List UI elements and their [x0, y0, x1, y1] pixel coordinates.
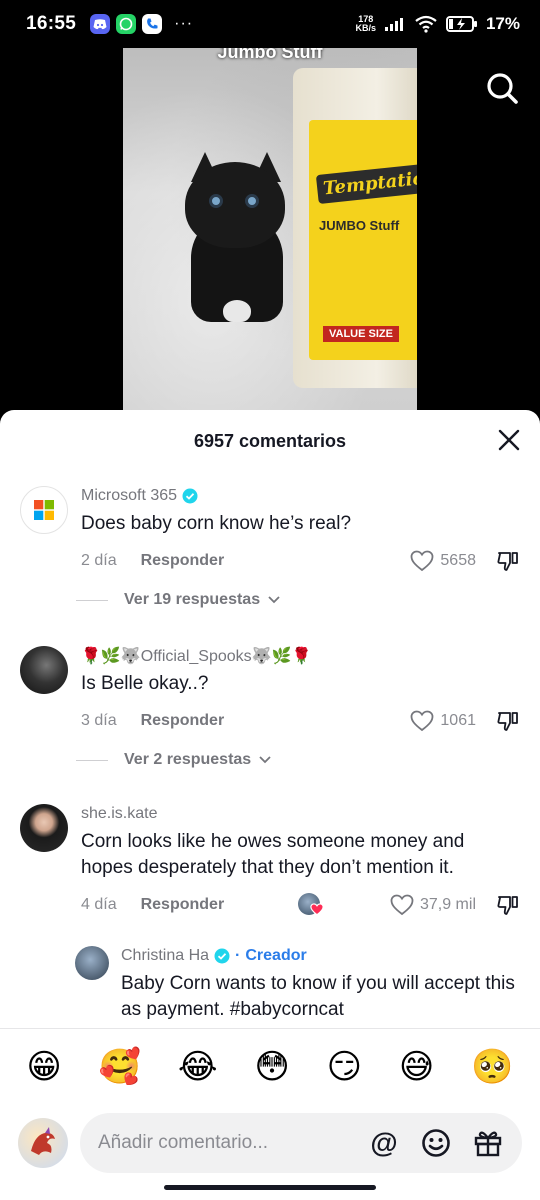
close-icon[interactable] — [498, 429, 520, 451]
emoji-hearts-button[interactable]: 🥰 — [99, 1047, 141, 1087]
comment-author[interactable]: 🌹🌿🐺Official_Spooks🐺🌿🌹 — [81, 646, 311, 666]
emoji-grin-button[interactable]: 😁 — [26, 1047, 61, 1087]
emoji-flushed-button[interactable]: 😳 — [254, 1047, 289, 1087]
kitten-image — [185, 152, 285, 322]
status-bar: 16:55 ··· 178 KB/s 17% — [0, 0, 540, 48]
quick-emoji-bar: 😁 🥰 😂 😳 😏 😅 🥺 — [0, 1029, 540, 1087]
view-replies-label: Ver 2 respuestas — [124, 751, 252, 768]
comment-item: she.is.kate Corn looks like he owes some… — [20, 804, 520, 917]
video-caption: Jumbo Stuff — [217, 48, 323, 62]
video-player[interactable]: Jumbo Stuff Temptations JUMBO Stuff VALU… — [123, 48, 417, 410]
microsoft-logo-icon — [34, 500, 54, 520]
emoji-joy-button[interactable]: 😂 — [178, 1047, 218, 1087]
reply-text: Baby Corn wants to know if you will acce… — [121, 973, 515, 1020]
creator-tag: Creador — [245, 947, 307, 964]
emoji-sweat-smile-button[interactable]: 😅 — [399, 1047, 434, 1087]
like-count: 1061 — [440, 712, 476, 729]
heart-filled-icon — [310, 903, 324, 916]
jar-value-text: VALUE SIZE — [323, 326, 399, 342]
creator-separator: · — [235, 947, 241, 964]
heart-icon — [411, 710, 434, 732]
creator-liked-avatar — [298, 893, 326, 917]
treat-jar-image: Temptations JUMBO Stuff VALUE SIZE — [293, 68, 417, 388]
like-count: 5658 — [440, 552, 476, 569]
comment-item: 🌹🌿🐺Official_Spooks🐺🌿🌹 Is Belle okay..? 3… — [20, 646, 520, 769]
view-replies-label: Ver 19 respuestas — [124, 591, 261, 608]
gift-icon[interactable] — [472, 1127, 504, 1159]
more-notifications-icon: ··· — [174, 15, 194, 32]
heart-icon — [390, 894, 414, 916]
avatar[interactable] — [75, 946, 109, 980]
avatar[interactable] — [20, 804, 68, 852]
phone-icon — [142, 14, 163, 34]
reply-button[interactable]: Responder — [141, 712, 225, 730]
reply-author[interactable]: Christina Ha — [121, 947, 209, 965]
dislike-icon[interactable] — [496, 549, 520, 573]
dislike-icon[interactable] — [496, 893, 520, 917]
wifi-icon — [415, 15, 437, 33]
comments-header: 6957 comentarios — [0, 410, 540, 472]
like-button[interactable]: 1061 — [410, 710, 476, 732]
heart-icon — [411, 550, 434, 572]
like-button[interactable]: 5658 — [410, 550, 476, 572]
home-indicator[interactable] — [164, 1185, 376, 1190]
battery-percentage: 17% — [485, 14, 520, 33]
my-avatar[interactable] — [18, 1118, 68, 1168]
like-count: 37,9 mil — [419, 896, 476, 913]
like-button[interactable]: 37,9 mil — [390, 894, 476, 916]
comment-composer-area: 😁 🥰 😂 😳 😏 😅 🥺 Añadir comentario... @ — [0, 1028, 540, 1200]
view-replies-button[interactable]: Ver 2 respuestas — [76, 751, 520, 769]
comment-age: 4 día — [81, 896, 117, 913]
avatar[interactable] — [20, 646, 68, 694]
comment-input[interactable]: Añadir comentario... @ — [80, 1113, 522, 1173]
emoji-picker-icon[interactable] — [420, 1127, 452, 1159]
comment-age: 3 día — [81, 712, 117, 729]
network-speed: 178 KB/s — [355, 15, 376, 33]
notification-icons: ··· — [90, 14, 193, 34]
comment-input-placeholder: Añadir comentario... — [98, 1132, 269, 1153]
chevron-down-icon — [259, 756, 271, 764]
signal-icon — [384, 18, 403, 31]
comment-author[interactable]: she.is.kate — [81, 805, 157, 823]
dislike-icon[interactable] — [496, 709, 520, 733]
whatsapp-icon — [116, 14, 137, 34]
jar-sub-text: JUMBO Stuff — [319, 218, 400, 233]
reply-button[interactable]: Responder — [141, 896, 225, 914]
mention-icon[interactable]: @ — [368, 1127, 400, 1159]
chevron-down-icon — [268, 596, 280, 604]
emoji-pleading-button[interactable]: 🥺 — [471, 1047, 513, 1087]
comment-text: Corn looks like he owes someone money an… — [81, 831, 465, 878]
creator-reply-item: Christina Ha · Creador Baby Corn wants t… — [75, 946, 520, 1023]
comment-text: Does baby corn know he’s real? — [81, 513, 352, 534]
avatar[interactable] — [20, 486, 68, 534]
comments-count-title: 6957 comentarios — [193, 430, 347, 451]
verified-badge-icon — [182, 488, 198, 504]
emoji-smirk-button[interactable]: 😏 — [327, 1047, 362, 1087]
comment-author[interactable]: Microsoft 365 — [81, 487, 177, 505]
view-replies-button[interactable]: Ver 19 respuestas — [76, 591, 520, 609]
dragon-avatar-icon — [31, 1127, 55, 1155]
comment-text: Is Belle okay..? — [81, 673, 209, 694]
status-time: 16:55 — [26, 13, 77, 34]
reply-button[interactable]: Responder — [141, 552, 225, 570]
search-icon[interactable] — [484, 70, 520, 106]
verified-badge-icon — [214, 948, 230, 964]
discord-icon — [90, 14, 111, 34]
battery-icon — [445, 16, 477, 32]
network-speed-unit: KB/s — [355, 23, 376, 33]
comment-age: 2 día — [81, 552, 117, 569]
comment-item: Microsoft 365 Does baby corn know he’s r… — [20, 486, 520, 609]
